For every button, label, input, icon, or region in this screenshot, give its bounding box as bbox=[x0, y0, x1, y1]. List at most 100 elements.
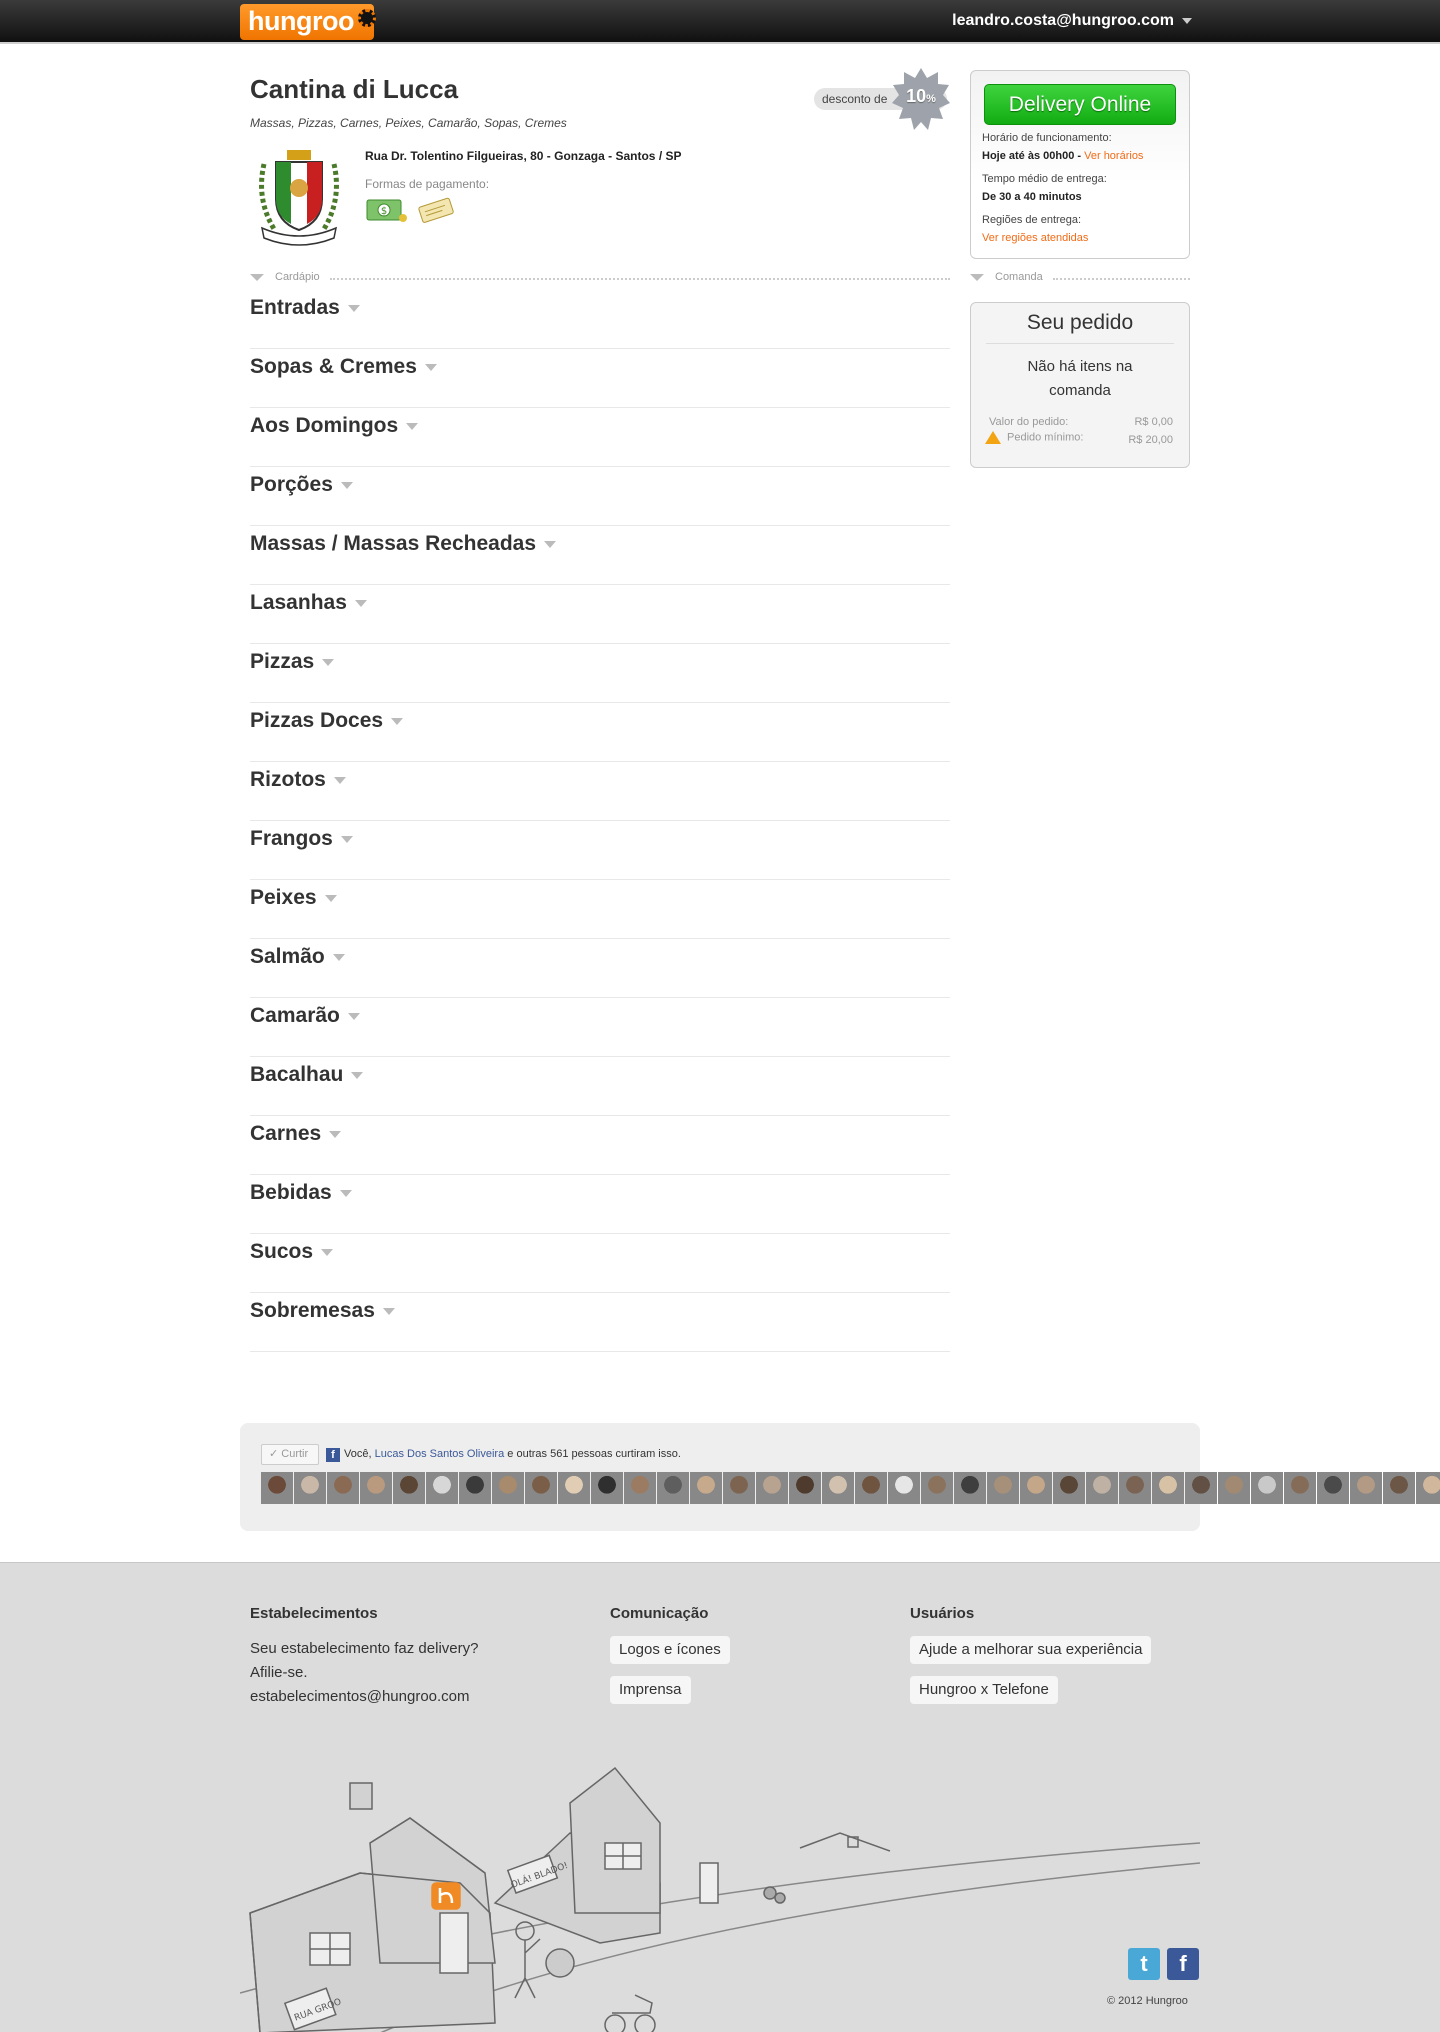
menu-category-label: Carnes bbox=[250, 1122, 322, 1145]
friend-avatar[interactable] bbox=[525, 1472, 557, 1504]
friend-avatar[interactable] bbox=[723, 1472, 755, 1504]
friend-avatar[interactable] bbox=[987, 1472, 1019, 1504]
menu-category[interactable]: Peixes bbox=[250, 880, 950, 939]
menu-category[interactable]: Rizotos bbox=[250, 762, 950, 821]
minimum-order-row: Pedido mínimo: R$ 20,00 bbox=[985, 431, 1173, 446]
friend-avatar[interactable] bbox=[294, 1472, 326, 1504]
improve-experience-link[interactable]: Ajude a melhorar sua experiência bbox=[910, 1636, 1152, 1664]
friend-avatar[interactable] bbox=[591, 1472, 623, 1504]
menu-category[interactable]: Pizzas Doces bbox=[250, 703, 950, 762]
order-value-row: Valor do pedido: R$ 0,00 bbox=[989, 416, 1173, 428]
see-hours-link[interactable]: Ver horários bbox=[1084, 150, 1143, 162]
friend-avatar[interactable] bbox=[1251, 1472, 1283, 1504]
affiliate-text: Afilie-se. bbox=[250, 1664, 308, 1681]
like-button-label: Curtir bbox=[281, 1448, 309, 1460]
friend-avatar[interactable] bbox=[360, 1472, 392, 1504]
menu-category[interactable]: Aos Domingos bbox=[250, 408, 950, 467]
friend-avatar[interactable] bbox=[459, 1472, 491, 1504]
expand-arrow-icon bbox=[339, 1189, 352, 1197]
friend-avatar[interactable] bbox=[1185, 1472, 1217, 1504]
friend-avatar[interactable] bbox=[1152, 1472, 1184, 1504]
friend-avatar[interactable] bbox=[261, 1472, 293, 1504]
friend-avatar[interactable] bbox=[1284, 1472, 1316, 1504]
establishments-heading: Estabelecimentos bbox=[250, 1605, 378, 1622]
cash-icon: $ bbox=[365, 196, 407, 224]
divider bbox=[986, 343, 1174, 344]
restaurant-logo bbox=[254, 144, 344, 248]
friend-avatar[interactable] bbox=[789, 1472, 821, 1504]
menu-category[interactable]: Sucos bbox=[250, 1234, 950, 1293]
dotted-divider bbox=[1053, 278, 1190, 280]
expand-arrow-icon bbox=[406, 422, 419, 430]
like-button[interactable]: ✓ Curtir bbox=[261, 1444, 319, 1465]
hungroo-phone-link[interactable]: Hungroo x Telefone bbox=[910, 1676, 1058, 1704]
menu-category[interactable]: Sopas & Cremes bbox=[250, 349, 950, 408]
menu-category[interactable]: Carnes bbox=[250, 1116, 950, 1175]
friend-name-link[interactable]: Lucas Dos Santos Oliveira bbox=[375, 1448, 505, 1460]
friend-avatar[interactable] bbox=[888, 1472, 920, 1504]
delivery-online-button[interactable]: Delivery Online bbox=[984, 84, 1176, 125]
friend-avatar[interactable] bbox=[657, 1472, 689, 1504]
delivery-time-label: Tempo médio de entrega: bbox=[982, 173, 1107, 185]
friend-avatar[interactable] bbox=[690, 1472, 722, 1504]
menu-category[interactable]: Frangos bbox=[250, 821, 950, 880]
menu-category[interactable]: Massas / Massas Recheadas bbox=[250, 526, 950, 585]
menu-category-title: Sucos bbox=[250, 1240, 334, 1264]
warning-icon bbox=[985, 431, 1001, 444]
discount-value: 10% bbox=[892, 86, 950, 107]
logos-icons-link[interactable]: Logos e ícones bbox=[610, 1636, 730, 1664]
regions-label: Regiões de entrega: bbox=[982, 214, 1082, 226]
menu-category-title: Salmão bbox=[250, 945, 345, 969]
friend-avatar[interactable] bbox=[426, 1472, 458, 1504]
collapse-arrow-icon bbox=[970, 274, 984, 281]
logo-gear-icon bbox=[358, 9, 376, 27]
menu-category-label: Peixes bbox=[250, 886, 317, 909]
discount-label: desconto de bbox=[822, 92, 888, 106]
friend-avatar[interactable] bbox=[1020, 1472, 1052, 1504]
menu-category[interactable]: Porções bbox=[250, 467, 950, 526]
friend-avatar[interactable] bbox=[1218, 1472, 1250, 1504]
friend-avatar[interactable] bbox=[1383, 1472, 1415, 1504]
friend-avatar[interactable] bbox=[822, 1472, 854, 1504]
facebook-like-box: ✓ Curtir f Você, Lucas Dos Santos Olivei… bbox=[240, 1423, 1440, 1531]
friend-avatar[interactable] bbox=[492, 1472, 524, 1504]
hours-label: Horário de funcionamento: bbox=[982, 132, 1112, 144]
menu-category-title: Lasanhas bbox=[250, 591, 367, 615]
friend-avatar[interactable] bbox=[1086, 1472, 1118, 1504]
menu-category[interactable]: Lasanhas bbox=[250, 585, 950, 644]
twitter-icon[interactable]: t bbox=[1128, 1948, 1160, 1980]
friend-avatar[interactable] bbox=[1119, 1472, 1151, 1504]
menu-category[interactable]: Bebidas bbox=[250, 1175, 950, 1234]
friend-avatar[interactable] bbox=[1416, 1472, 1440, 1504]
user-menu[interactable]: leandro.costa@hungroo.com bbox=[952, 12, 1192, 30]
friend-avatar[interactable] bbox=[921, 1472, 953, 1504]
friend-avatar[interactable] bbox=[756, 1472, 788, 1504]
menu-category-label: Frangos bbox=[250, 827, 333, 850]
hungroo-logo[interactable]: hungroo bbox=[240, 4, 376, 40]
friend-avatar[interactable] bbox=[558, 1472, 590, 1504]
friend-avatar[interactable] bbox=[1317, 1472, 1349, 1504]
friend-avatar[interactable] bbox=[855, 1472, 887, 1504]
menu-category[interactable]: Entradas bbox=[250, 290, 950, 349]
regions-link[interactable]: Ver regiões atendidas bbox=[982, 232, 1088, 244]
menu-category-label: Massas / Massas Recheadas bbox=[250, 532, 537, 555]
menu-category[interactable]: Sobremesas bbox=[250, 1293, 950, 1352]
discount-number: 10 bbox=[906, 86, 927, 106]
footer: Estabelecimentos Seu estabelecimento faz… bbox=[0, 1562, 1440, 2032]
friend-avatar[interactable] bbox=[1053, 1472, 1085, 1504]
friend-avatar[interactable] bbox=[1350, 1472, 1382, 1504]
menu-category[interactable]: Bacalhau bbox=[250, 1057, 950, 1116]
establishments-email-link[interactable]: estabelecimentos@hungroo.com bbox=[250, 1688, 470, 1705]
facebook-icon[interactable]: f bbox=[1167, 1948, 1199, 1980]
menu-category[interactable]: Pizzas bbox=[250, 644, 950, 703]
expand-arrow-icon bbox=[321, 1248, 334, 1256]
menu-category[interactable]: Salmão bbox=[250, 939, 950, 998]
expand-arrow-icon bbox=[333, 776, 346, 784]
menu-category[interactable]: Camarão bbox=[250, 998, 950, 1057]
friend-avatar[interactable] bbox=[624, 1472, 656, 1504]
friend-avatar[interactable] bbox=[327, 1472, 359, 1504]
friend-avatar[interactable] bbox=[393, 1472, 425, 1504]
press-link[interactable]: Imprensa bbox=[610, 1676, 691, 1704]
expand-arrow-icon bbox=[391, 717, 404, 725]
friend-avatar[interactable] bbox=[954, 1472, 986, 1504]
